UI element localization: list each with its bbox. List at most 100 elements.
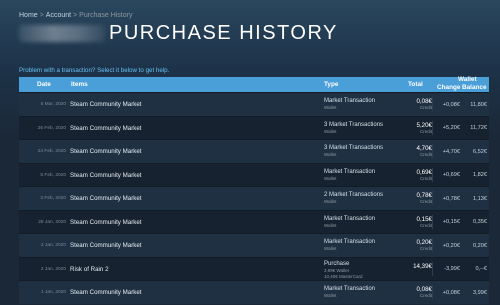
row-wallet-balance: 1,82€ <box>473 172 487 178</box>
row-item: Steam Community Market <box>70 218 142 226</box>
row-item: Steam Community Market <box>70 124 142 132</box>
type-label: Market Transaction <box>324 168 376 175</box>
row-type: Market Transaction Wallet <box>324 239 394 252</box>
header-date: Date <box>37 81 51 88</box>
row-item: Risk of Rain 2 <box>70 265 109 273</box>
row-total: 0,20€ Credit <box>389 239 432 252</box>
type-sub: Wallet <box>324 222 337 228</box>
table-row[interactable]: 5 Feb, 2020 Steam Community Market Market … <box>19 162 489 186</box>
row-total: 0,15€ Credit <box>389 216 432 229</box>
table-row[interactable]: 26 Feb, 2020 Steam Community Market 3 Mark… <box>19 115 489 139</box>
row-wallet-balance: 3,99€ <box>473 289 487 296</box>
total-value: 0,78€ <box>416 192 432 199</box>
row-type: 3 Market Transactions Wallet <box>324 122 394 135</box>
breadcrumb: Home > Account > Purchase History <box>19 12 132 19</box>
header-items: Items <box>71 81 88 88</box>
table-row[interactable]: 3 Feb, 2020 Steam Community Market 2 Marke… <box>19 186 489 210</box>
table-row[interactable]: 1 Jan, 2020 Steam Community Market Market … <box>19 280 489 304</box>
row-type: Market Transaction Wallet <box>324 98 394 111</box>
breadcrumb-separator: > <box>73 12 78 19</box>
row-wallet-balance: 0,--€ <box>475 266 487 272</box>
blurred-username <box>19 25 105 42</box>
header-balance: Balance <box>462 84 487 91</box>
breadcrumb-current: Purchase History <box>79 12 133 19</box>
row-total: 4,70€ Credit <box>389 145 432 158</box>
row-type: Market Transaction Wallet <box>324 169 394 182</box>
row-wallet-change: +0,20€ <box>442 242 460 249</box>
header-wallet: Wallet <box>458 76 477 83</box>
row-wallet-change: +0,08€ <box>442 101 460 108</box>
row-wallet-balance: 11,72€ <box>470 125 487 131</box>
header-change: Change <box>437 84 461 91</box>
total-sub: Credit <box>419 199 432 204</box>
total-sub: Credit <box>419 293 432 298</box>
type-label: Market Transaction <box>324 215 376 222</box>
type-label: 3 Market Transactions <box>324 145 384 151</box>
row-date: 5 Feb, 2020 <box>40 172 66 178</box>
type-sub: Wallet <box>324 128 337 134</box>
type-label: Purchase <box>324 260 350 267</box>
type-sub: Wallet <box>324 246 337 251</box>
row-wallet-balance: 0,35€ <box>473 219 487 225</box>
row-item: Steam Community Market <box>70 101 142 108</box>
breadcrumb-separator: > <box>39 12 44 19</box>
table-row[interactable]: 2 Jan, 2020 Steam Community Market Market … <box>19 233 489 257</box>
type-sub: Wallet <box>324 175 337 181</box>
total-sub: Credit <box>419 246 432 251</box>
total-value: 0,69€ <box>416 168 432 176</box>
table-row[interactable]: 24 Feb, 2020 Steam Community Market 3 Mark… <box>19 139 489 163</box>
row-date: 5 Mar, 2020 <box>40 102 66 107</box>
row-total: 0,08€ Credit <box>389 286 432 299</box>
type-sub-detail: 10,40€ MasterCard <box>324 273 363 279</box>
page-title: PURCHASE HISTORY <box>109 22 338 44</box>
row-item: Steam Community Market <box>70 171 142 179</box>
row-item: Steam Community Market <box>70 148 142 155</box>
row-type: 3 Market Transactions Wallet <box>324 145 394 158</box>
row-item: Steam Community Market <box>70 242 142 249</box>
row-total: 0,78€ Credit <box>389 192 432 205</box>
total-sub: Credit <box>419 175 432 181</box>
row-wallet-change: +0,78€ <box>442 195 460 202</box>
row-type: Market Transaction Wallet <box>324 286 394 299</box>
type-label: Market Transaction <box>324 239 376 245</box>
type-sub: Wallet <box>324 199 337 204</box>
row-item: Steam Community Market <box>70 195 142 202</box>
type-label: Market Transaction <box>324 286 376 292</box>
type-sub: Wallet <box>324 105 337 110</box>
table-row[interactable]: 2 Jan, 2020 Risk of Rain 2 Purchase 3,99€ W… <box>19 256 489 280</box>
breadcrumb-account-link[interactable]: Account <box>46 12 71 19</box>
row-type: 2 Market Transactions Wallet <box>324 192 394 205</box>
type-label: 2 Market Transactions <box>324 192 384 198</box>
row-date: 3 Feb, 2020 <box>40 196 66 201</box>
total-value: 0,20€ <box>416 239 432 246</box>
breadcrumb-home-link[interactable]: Home <box>19 12 38 19</box>
row-wallet-change: +0,15€ <box>442 219 460 225</box>
total-value: 0,08€ <box>416 98 432 105</box>
total-value: 4,70€ <box>416 145 432 152</box>
type-sub: Wallet <box>324 152 337 157</box>
row-wallet-balance: 0,20€ <box>473 242 487 249</box>
row-total: 14,39€ <box>389 263 432 270</box>
row-date: 28 Jan, 2020 <box>38 219 66 225</box>
row-wallet-change: +5,20€ <box>442 125 460 131</box>
table-row[interactable]: 28 Jan, 2020 Steam Community Market Market… <box>19 209 489 233</box>
row-item: Steam Community Market <box>70 289 142 296</box>
row-wallet-balance: 11,80€ <box>470 101 487 108</box>
row-date: 26 Feb, 2020 <box>37 125 66 131</box>
table-header: Date Items Type Total Wallet Change Bala… <box>19 76 489 92</box>
total-value: 0,08€ <box>416 286 432 293</box>
header-type: Type <box>324 81 339 88</box>
row-total: 5,20€ Credit <box>389 122 432 135</box>
type-label: Market Transaction <box>324 98 376 104</box>
type-sub: Wallet <box>324 293 337 298</box>
row-date: 24 Feb, 2020 <box>37 149 66 154</box>
table-row[interactable]: 5 Mar, 2020 Steam Community Market Market … <box>19 92 489 116</box>
help-text: Problem with a transaction? Select it be… <box>19 67 170 74</box>
row-wallet-change: +0,69€ <box>442 172 460 178</box>
row-date: 2 Jan, 2020 <box>40 243 66 248</box>
row-date: 1 Jan, 2020 <box>40 290 66 295</box>
table-body: 5 Mar, 2020 Steam Community Market Market … <box>19 92 489 304</box>
header-total: Total <box>408 81 423 88</box>
total-value: 5,20€ <box>416 121 432 129</box>
row-total: 0,69€ Credit <box>389 169 432 182</box>
